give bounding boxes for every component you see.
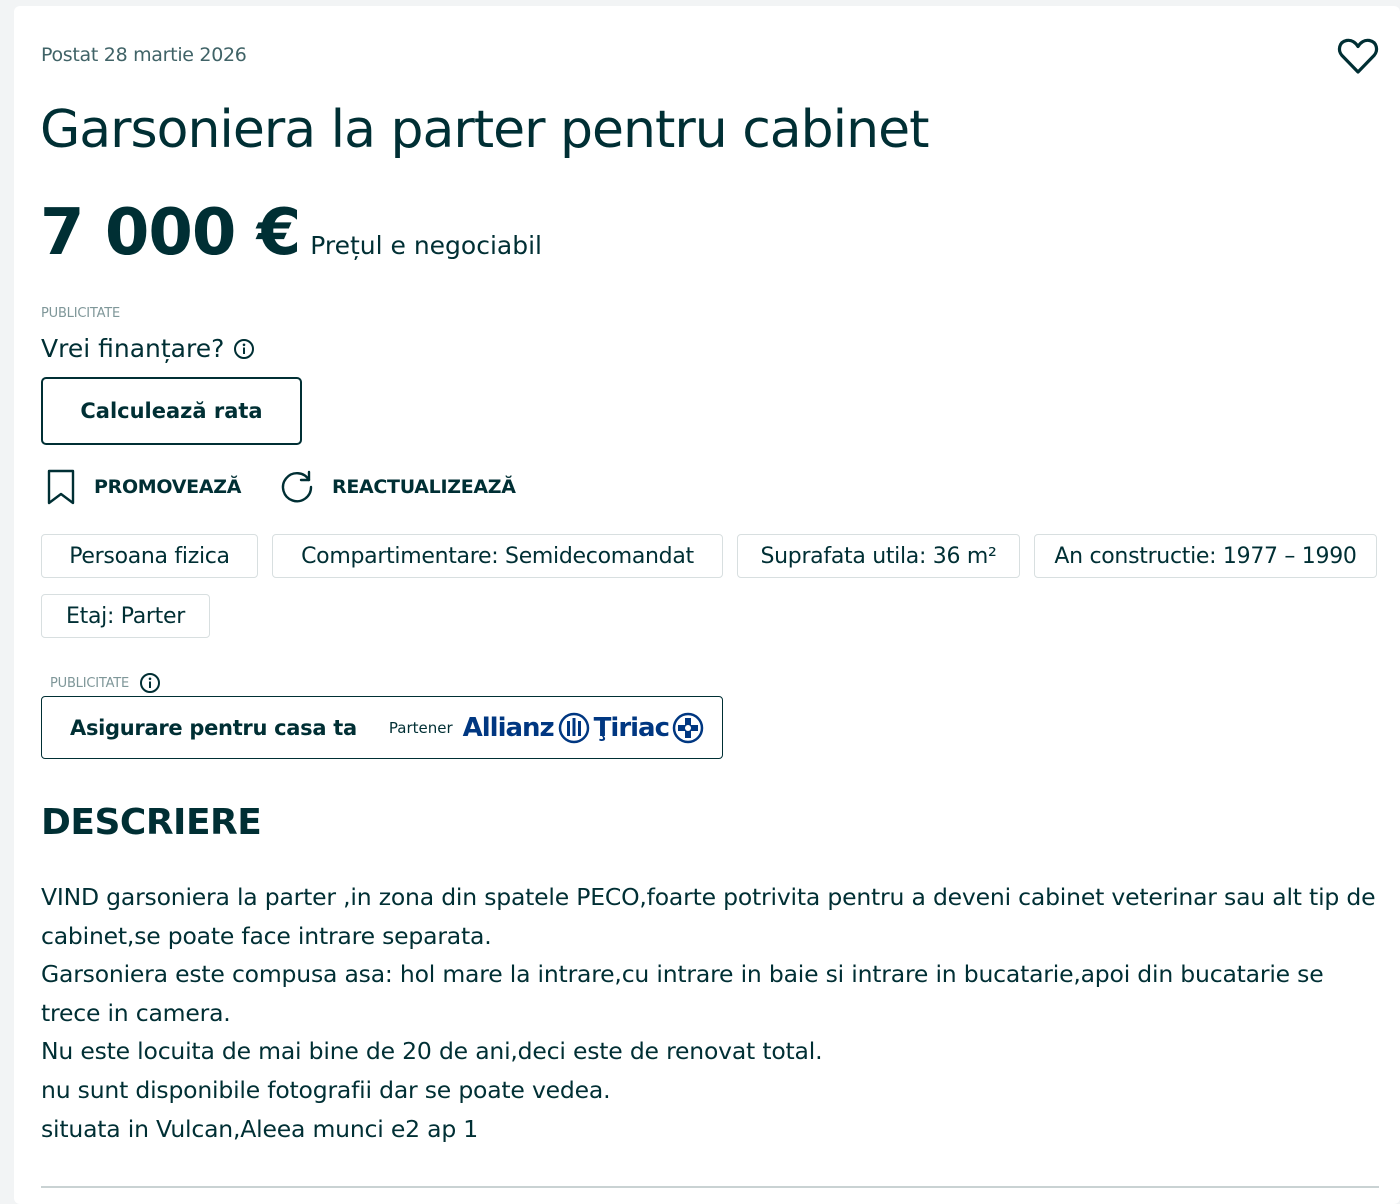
- description-line: situata in Vulcan,Aleea munci e2 ap 1: [41, 1114, 479, 1143]
- insurance-title: Asigurare pentru casa ta: [70, 715, 357, 740]
- info-icon[interactable]: [139, 672, 161, 694]
- listing-card: Postat 28 martie 2026 Garsoniera la part…: [14, 6, 1400, 1204]
- price-row: 7 000 € Prețul e negociabil: [40, 196, 542, 270]
- description-line: Nu este locuita de mai bine de 20 de ani…: [41, 1037, 823, 1066]
- ad-label-financing: PUBLICITATE: [41, 306, 121, 321]
- tag-area: Suprafata utila: 36 m²: [737, 534, 1020, 578]
- insurance-partner-label: Partener: [388, 718, 453, 737]
- heart-outline-icon: [1337, 38, 1379, 74]
- divider: [41, 1186, 1379, 1188]
- description-body: VIND garsoniera la parter ,in zona din s…: [41, 878, 1376, 1148]
- allianz-tiriac-logo: Allianz Ţiriac: [463, 712, 704, 744]
- posted-date: Postat 28 martie 2026: [41, 44, 247, 66]
- description-line: nu sunt disponibile fotografii dar se po…: [41, 1075, 611, 1104]
- ad-label-insurance: PUBLICITATE: [50, 672, 161, 694]
- promote-label: PROMOVEAZĂ: [94, 476, 242, 498]
- price: 7 000 €: [40, 196, 301, 270]
- tag-seller-type: Persoana fizica: [41, 534, 258, 578]
- tag-floor: Etaj: Parter: [41, 594, 210, 638]
- description-line: VIND garsoniera la parter ,in zona din s…: [41, 883, 1376, 950]
- tiriac-cross-icon: [672, 712, 704, 743]
- refresh-button[interactable]: REACTUALIZEAZĂ: [278, 466, 516, 508]
- promote-button[interactable]: PROMOVEAZĂ: [46, 466, 241, 508]
- calculate-rate-button[interactable]: Calculează rata: [41, 377, 302, 445]
- tag-layout: Compartimentare: Semidecomandat: [272, 534, 723, 578]
- brand-name-1: Allianz: [462, 712, 555, 743]
- listing-title: Garsoniera la parter pentru cabinet: [40, 100, 929, 160]
- allianz-eagle-icon: [558, 712, 589, 743]
- financing-question-text: Vrei finanțare?: [41, 334, 225, 363]
- refresh-label: REACTUALIZEAZĂ: [332, 476, 516, 498]
- financing-question: Vrei finanțare?: [41, 334, 255, 363]
- tag-construction-year: An constructie: 1977 – 1990: [1034, 534, 1377, 578]
- description-heading: DESCRIERE: [41, 802, 262, 843]
- refresh-icon: [281, 470, 313, 503]
- info-icon[interactable]: [233, 338, 255, 360]
- insurance-banner[interactable]: Asigurare pentru casa ta Partener Allian…: [41, 696, 723, 759]
- bookmark-icon: [47, 469, 75, 505]
- favorite-button[interactable]: [1336, 34, 1380, 78]
- ad-label-insurance-text: PUBLICITATE: [50, 675, 130, 691]
- description-line: Garsoniera este compusa asa: hol mare la…: [41, 960, 1324, 1027]
- brand-name-2: Ţiriac: [593, 712, 670, 743]
- negotiable-label: Prețul e negociabil: [310, 231, 542, 260]
